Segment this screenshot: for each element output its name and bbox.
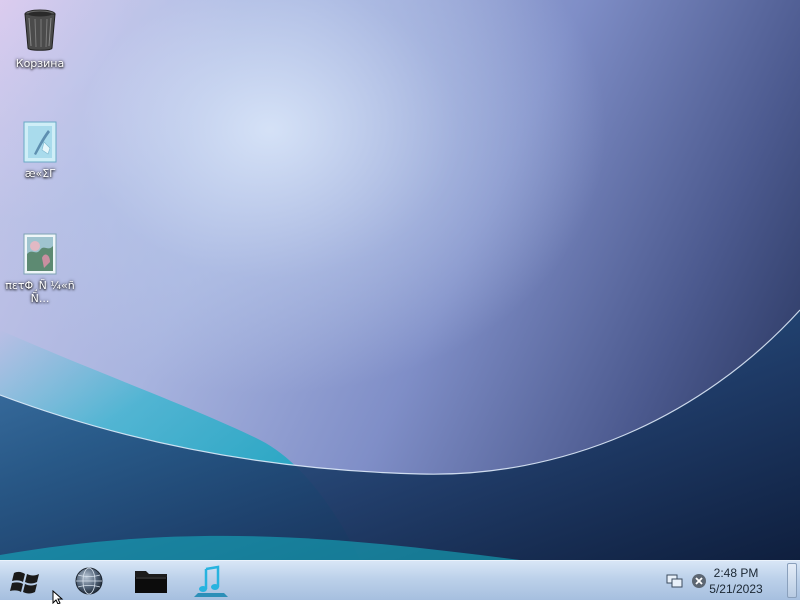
taskbar-clock[interactable]: 2:48 PM 5/21/2023: [696, 565, 776, 597]
desktop-icon-label: Корзина: [15, 57, 65, 70]
image-file-icon: [23, 233, 57, 275]
clock-time: 2:48 PM: [713, 566, 759, 580]
taskbar-browser-button[interactable]: [66, 563, 112, 599]
wallpaper-wave: [0, 309, 800, 560]
taskbar: 2:48 PM 5/21/2023: [0, 560, 800, 600]
clock-date: 5/21/2023: [709, 582, 763, 596]
music-note-icon: [194, 565, 228, 597]
show-desktop-button[interactable]: [787, 563, 797, 598]
windows-logo-icon: [10, 571, 39, 594]
network-icon[interactable]: [666, 572, 684, 590]
globe-browser-icon: [75, 567, 103, 595]
desktop[interactable]: Корзина æ«ΣΓ πετΦ¸Ñ ¼«ñÑ...: [0, 0, 800, 560]
recycle-bin-icon: [24, 9, 56, 51]
taskbar-explorer-button[interactable]: [128, 563, 174, 599]
document-icon: [23, 121, 57, 163]
desktop-icon-label: æ«ΣΓ: [24, 167, 56, 180]
folder-icon: [135, 571, 167, 593]
desktop-icon-recycle-bin[interactable]: Корзина: [4, 8, 76, 70]
desktop-icon-label: πετΦ¸Ñ ¼«ñÑ...: [5, 279, 75, 305]
desktop-icon-document[interactable]: æ«ΣΓ: [4, 120, 76, 180]
desktop-icon-image-file[interactable]: πετΦ¸Ñ ¼«ñÑ...: [4, 232, 76, 305]
start-button[interactable]: [0, 561, 54, 601]
taskbar-media-button[interactable]: [188, 563, 234, 599]
system-tray: 2:48 PM 5/21/2023: [650, 561, 800, 601]
mouse-cursor-icon: [52, 590, 64, 604]
